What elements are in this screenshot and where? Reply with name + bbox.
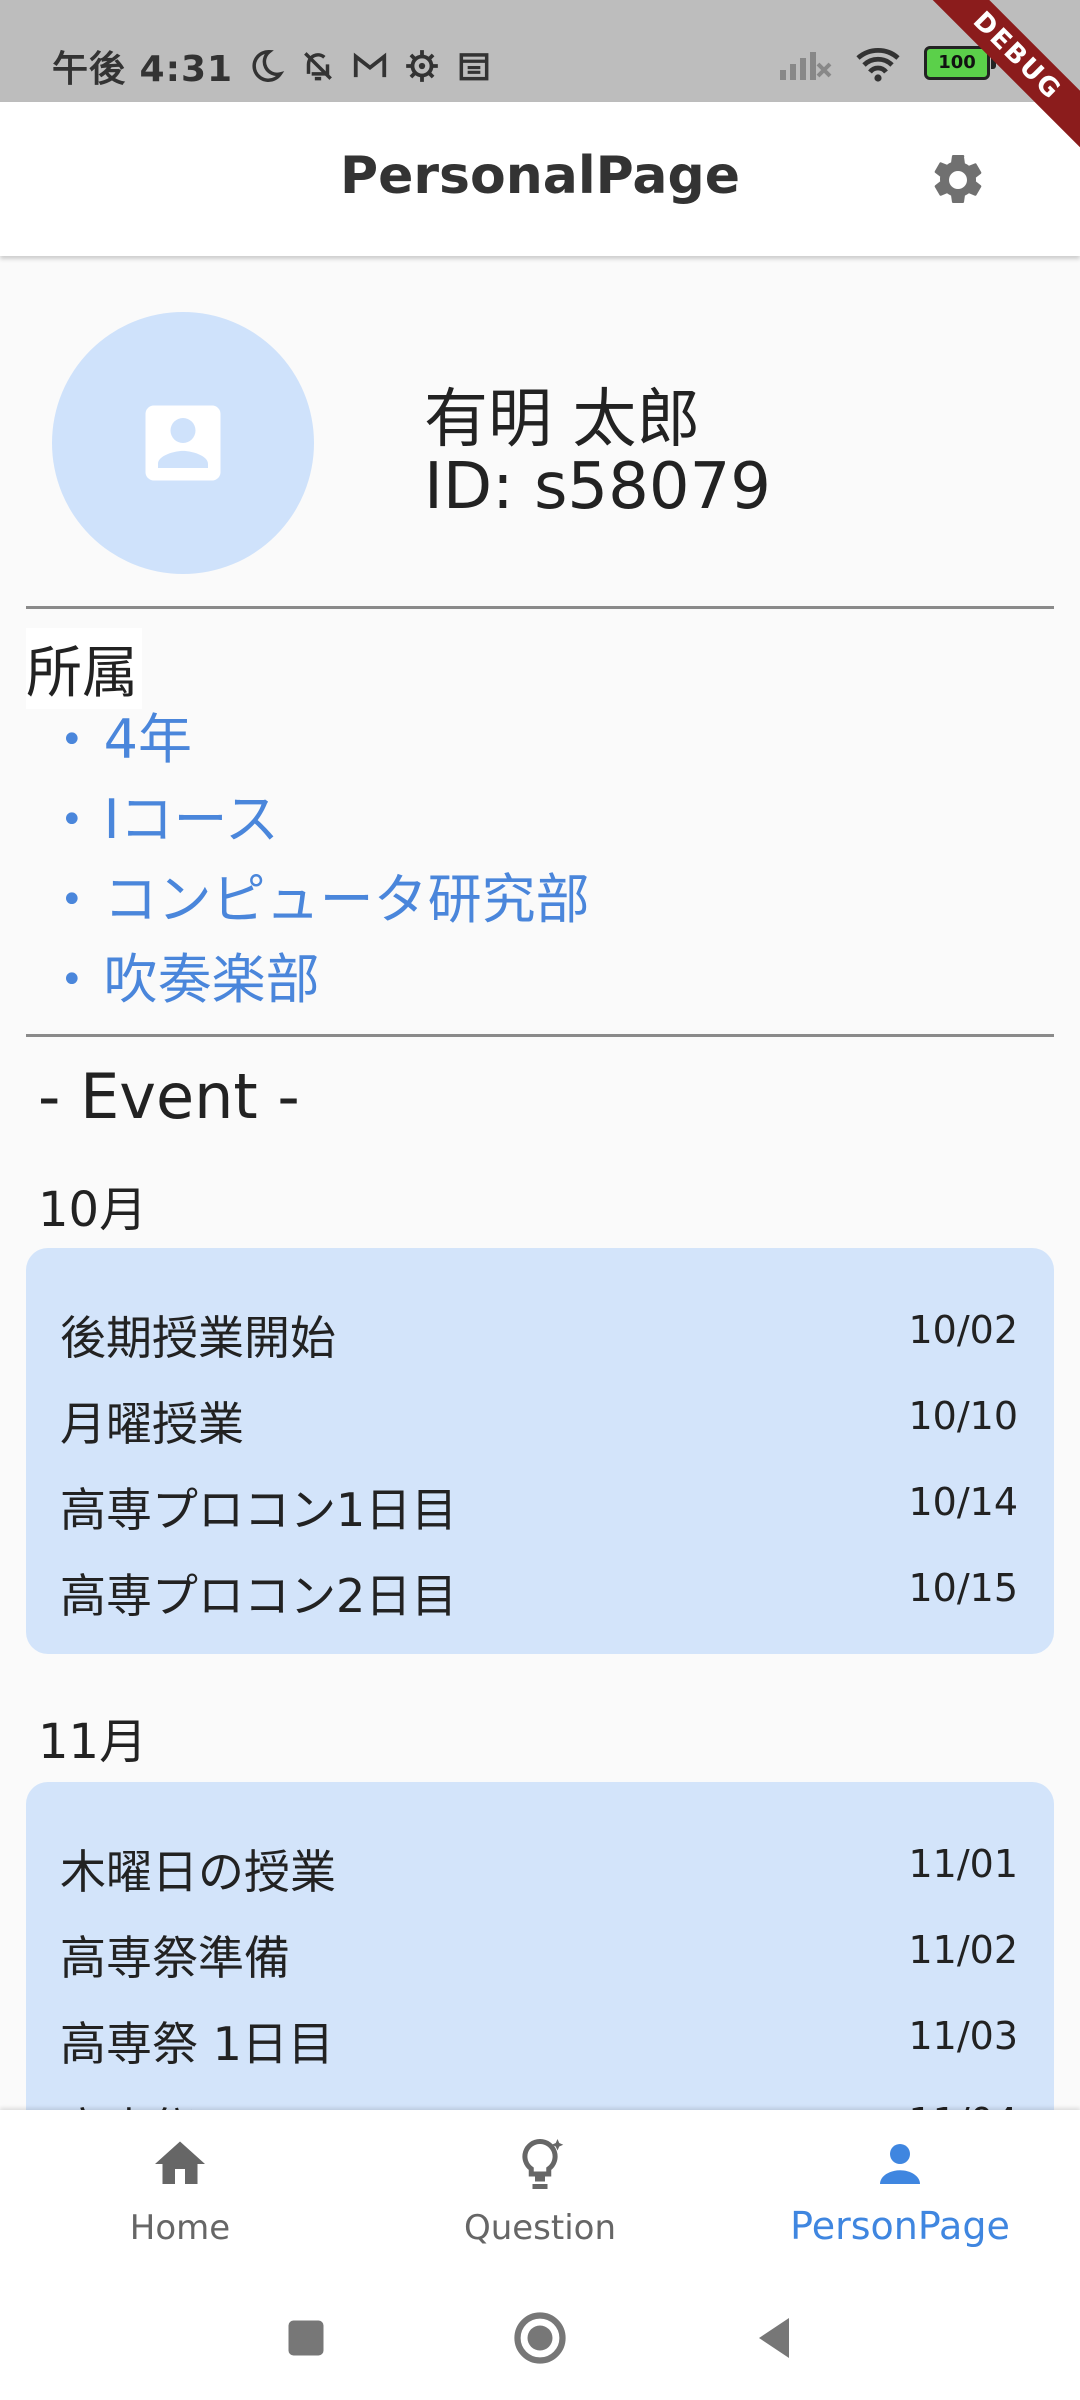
- lightbulb-icon: [522, 2138, 564, 2189]
- event-name: 高専プロコン2日目: [60, 1569, 458, 1623]
- affiliation-item-label: 吹奏楽部: [103, 948, 320, 1011]
- affiliation-label: 所属: [26, 628, 142, 709]
- event-row[interactable]: 高専プロコン1日目 10/14: [26, 1460, 1054, 1546]
- affiliation-item[interactable]: • 吹奏楽部: [60, 940, 590, 1020]
- event-name: 木曜日の授業: [60, 1845, 336, 1899]
- page-title: PersonalPage: [340, 146, 740, 206]
- user-id: ID: s58079: [424, 450, 771, 524]
- divider: [26, 606, 1054, 609]
- event-date: 11/01: [908, 1842, 1018, 1886]
- event-date: 10/15: [908, 1566, 1018, 1610]
- gmail-icon: [353, 52, 387, 78]
- event-date: 11/02: [908, 1928, 1018, 1972]
- wifi-icon: [856, 47, 900, 82]
- month-label: 11月: [38, 1714, 148, 1770]
- event-name: 後期授業開始: [60, 1311, 336, 1365]
- home-icon: [155, 2141, 205, 2184]
- event-card: 後期授業開始 10/02 月曜授業 10/10 高専プロコン1日目 10/14 高専プ…: [26, 1248, 1054, 1654]
- bell-off-icon: [304, 52, 332, 81]
- divider: [26, 1034, 1054, 1037]
- signal-icon: [780, 52, 832, 80]
- battery-icon: 100: [924, 46, 996, 80]
- person-icon: [880, 2144, 920, 2184]
- event-name: 高専プロコン1日目: [60, 1483, 458, 1537]
- event-name: 高専祭 1日目: [60, 2017, 334, 2071]
- event-name: 月曜授業: [60, 1397, 244, 1451]
- nav-question[interactable]: Question: [360, 2110, 720, 2278]
- event-card: 木曜日の授業 11/01 高専祭準備 11/02 高専祭 1日目 11/03 高専祭 …: [26, 1782, 1054, 2157]
- event-row[interactable]: 月曜授業 10/10: [26, 1374, 1054, 1460]
- settings-button[interactable]: [928, 150, 988, 210]
- bullet: •: [60, 797, 84, 843]
- event-date: 10/10: [908, 1394, 1018, 1438]
- event-heading: - Event -: [38, 1060, 300, 1133]
- affiliation-item[interactable]: • 4年: [60, 700, 590, 780]
- event-row[interactable]: 高専プロコン2日目 10/15: [26, 1546, 1054, 1632]
- user-name: 有明 太郎: [424, 383, 701, 457]
- event-row[interactable]: 高専祭 1日目 11/03: [26, 1994, 1054, 2080]
- system-nav-bar: [0, 2278, 1080, 2400]
- event-date: 10/14: [908, 1480, 1018, 1524]
- back-icon[interactable]: [744, 2308, 804, 2368]
- bullet: •: [60, 957, 84, 1003]
- affiliation-item[interactable]: • コンピュータ研究部: [60, 860, 590, 940]
- nav-personpage-label: PersonPage: [790, 2204, 1010, 2248]
- event-row[interactable]: 木曜日の授業 11/01: [26, 1822, 1054, 1908]
- event-row[interactable]: 高専祭準備 11/02: [26, 1908, 1054, 1994]
- bottom-nav: Home Question PersonPage: [0, 2110, 1080, 2278]
- account-box-icon: [145, 405, 221, 481]
- nav-question-label: Question: [463, 2208, 617, 2248]
- bullet: •: [60, 717, 84, 763]
- nav-personpage[interactable]: PersonPage: [720, 2110, 1080, 2278]
- affiliation-list: • 4年 • Iコース • コンピュータ研究部 • 吹奏楽部: [60, 700, 590, 1020]
- affiliation-item-label: 4年: [103, 708, 192, 771]
- month-label: 10月: [38, 1182, 148, 1238]
- status-bar: 午後 4:31 100: [0, 0, 1080, 102]
- event-date: 10/02: [908, 1308, 1018, 1352]
- affiliation-item-label: Iコース: [103, 788, 279, 851]
- nav-home[interactable]: Home: [0, 2110, 360, 2278]
- avatar: [52, 312, 314, 574]
- event-row[interactable]: 後期授業開始 10/02: [26, 1288, 1054, 1374]
- moon-icon: [252, 50, 285, 82]
- event-name: 高専祭準備: [60, 1931, 290, 1985]
- gear-icon: [406, 50, 438, 82]
- nav-home-label: Home: [129, 2208, 231, 2248]
- square-icon[interactable]: [276, 2308, 336, 2368]
- gear-icon: [934, 154, 982, 204]
- affiliation-item-label: コンピュータ研究部: [103, 868, 590, 931]
- calendar-icon: [459, 53, 489, 81]
- bullet: •: [60, 877, 84, 923]
- event-date: 11/03: [908, 2014, 1018, 2058]
- affiliation-item[interactable]: • Iコース: [60, 780, 590, 860]
- circle-icon[interactable]: [510, 2308, 570, 2368]
- app-bar: PersonalPage: [0, 102, 1080, 256]
- status-time: 午後 4:31: [52, 49, 234, 90]
